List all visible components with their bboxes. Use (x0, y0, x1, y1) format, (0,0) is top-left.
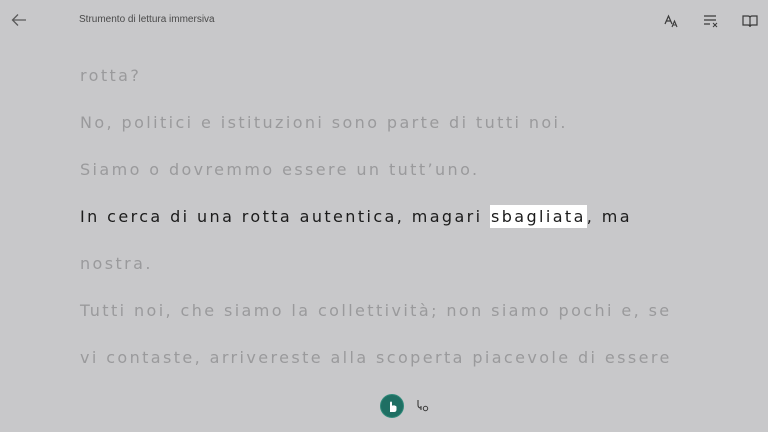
play-button[interactable] (380, 394, 404, 418)
text-line: vi contaste, arrivereste alla scoperta p… (80, 348, 672, 367)
text-preferences-button[interactable] (661, 10, 683, 32)
line-segment: , ma (586, 207, 632, 226)
back-arrow-icon (11, 14, 26, 26)
app-title: Strumento di lettura immersiva (79, 14, 215, 25)
text-line: Tutti noi, che siamo la collettività; no… (80, 301, 672, 320)
grammar-options-icon (704, 15, 718, 28)
hand-pointer-icon (390, 401, 397, 412)
reading-area: rotta? No, politici e istituzioni sono p… (80, 52, 720, 381)
focused-text-line: In cerca di una rotta autentica, magari … (80, 193, 720, 240)
text-line: No, politici e istituzioni sono parte di… (80, 113, 568, 132)
text-line: rotta? (80, 66, 142, 85)
voice-settings-icon (417, 400, 429, 412)
highlighted-word[interactable]: sbagliata (489, 205, 587, 228)
line-segment: In cerca di una rotta autentica, magari (80, 207, 490, 226)
text-line: nostra. (80, 254, 153, 273)
text-preferences-icon (664, 14, 678, 28)
reading-preferences-button[interactable] (739, 10, 761, 32)
grammar-options-button[interactable] (700, 10, 722, 32)
voice-settings-button[interactable] (415, 398, 431, 414)
top-bar: Strumento di lettura immersiva (0, 0, 768, 42)
reading-preferences-icon (742, 15, 758, 28)
playback-controls (0, 393, 768, 419)
text-line: Siamo o dovremmo essere un tutt’uno. (80, 160, 480, 179)
back-button[interactable] (8, 9, 30, 31)
